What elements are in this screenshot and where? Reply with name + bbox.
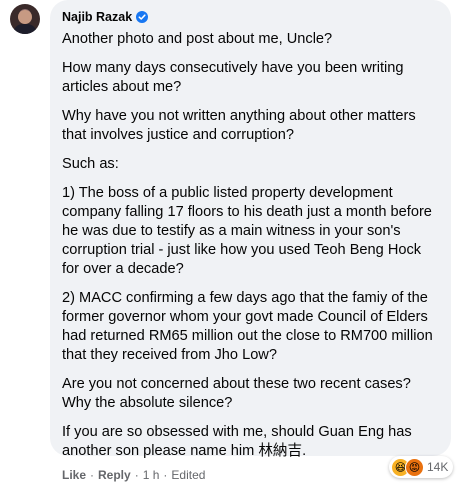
timestamp-link[interactable]: 1 h	[143, 468, 160, 482]
comment-actions: Like · Reply · 1 h · Edited	[62, 468, 205, 482]
comment-paragraph: Another photo and post about me, Uncle?	[62, 31, 333, 47]
avatar-face	[18, 10, 32, 24]
comment-paragraph: Are you not concerned about these two re…	[62, 376, 411, 411]
edited-label[interactable]: Edited	[171, 468, 205, 482]
reactions-summary[interactable]: 😆 😡 14K	[389, 456, 454, 478]
author-avatar[interactable]	[10, 4, 40, 34]
comment-paragraph: If you are so obsessed with me, should G…	[62, 424, 412, 459]
comment-paragraph: Such as:	[62, 156, 119, 172]
reply-button[interactable]: Reply	[98, 468, 131, 482]
comment-bubble: Najib Razak Another photo and post about…	[50, 0, 451, 459]
author-row: Najib Razak	[62, 8, 439, 26]
separator: ·	[163, 468, 168, 482]
author-name[interactable]: Najib Razak	[62, 10, 132, 24]
reaction-count: 14K	[427, 460, 449, 474]
comment-paragraph: 1) The boss of a public listed property …	[62, 185, 432, 277]
avatar-body	[13, 24, 37, 34]
separator: ·	[90, 468, 95, 482]
angry-reaction-icon: 😡	[405, 457, 424, 477]
comment-paragraph: How many days consecutively have you bee…	[62, 60, 404, 95]
separator: ·	[134, 468, 139, 482]
like-button[interactable]: Like	[62, 468, 86, 482]
comment-paragraph: 2) MACC confirming a few days ago that t…	[62, 290, 433, 363]
comment-paragraph: Why have you not written anything about …	[62, 108, 416, 143]
verified-badge-icon	[136, 11, 149, 23]
